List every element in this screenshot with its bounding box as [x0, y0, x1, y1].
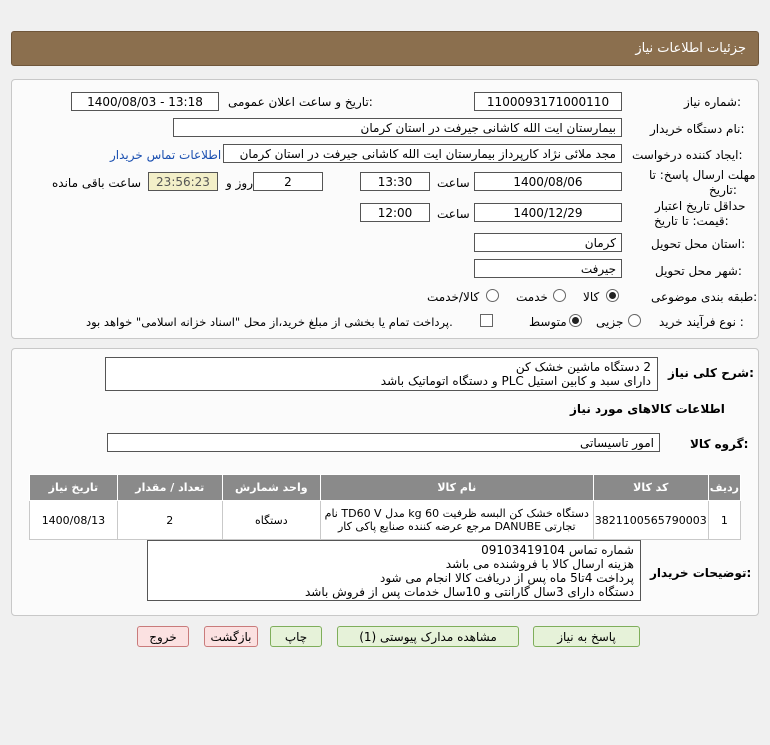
announce-label: تاریخ و ساعت اعلان عمومی:: [228, 95, 373, 109]
treasury-checkbox[interactable]: [480, 314, 493, 327]
col-qty: تعداد / مقدار: [116, 474, 223, 501]
deadline-time-label: ساعت: [437, 176, 470, 190]
deadline-label-1: مهلت ارسال پاسخ: تا: [649, 168, 756, 182]
exit-button[interactable]: خروج: [137, 626, 189, 647]
need-description-box: 2 دستگاه ماشین خشک کن دارای سبد و کابین …: [105, 357, 658, 391]
row-unit: دستگاه: [221, 500, 321, 540]
buyer-notes-box: شماره تماس 09103419104 هزینه ارسال کالا …: [147, 540, 641, 601]
validity-date-field: 1400/12/29: [474, 203, 622, 222]
row-name-line: دستگاه خشک کن البسه ظرفیت 60 kg مدل TD60…: [324, 507, 589, 520]
requester-field: مجد ملائی نژاد کارپرداز بیمارستان ایت ال…: [223, 144, 622, 163]
category-option-goods-service: کالا/خدمت: [427, 290, 480, 304]
row-qty: 2: [116, 500, 223, 540]
page-header: جزئیات اطلاعات نیاز: [11, 31, 759, 66]
attachments-button[interactable]: مشاهده مدارک پیوستی (1): [337, 626, 519, 647]
days-label: روز و: [226, 176, 253, 190]
category-radio-service[interactable]: [553, 289, 566, 302]
row-code: 3821100565790003: [592, 500, 709, 540]
need-number-field: 1100093171000110: [474, 92, 622, 111]
row-date: 1400/08/13: [29, 500, 118, 540]
print-button[interactable]: چاپ: [270, 626, 322, 647]
process-option-medium: متوسط: [529, 315, 567, 329]
remaining-time-field: 23:56:23: [148, 172, 218, 191]
city-field: جیرفت: [474, 259, 622, 278]
need-description-line: دارای سبد و کابین استیل PLC و دستگاه اتو…: [380, 374, 651, 388]
goods-group-field: امور تاسیساتی: [107, 433, 660, 452]
row-index: 1: [707, 500, 742, 540]
process-label: نوع فرآیند خرید :: [659, 315, 744, 329]
category-option-service: خدمت: [516, 290, 548, 304]
validity-time-field: 12:00: [360, 203, 430, 222]
remaining-time-label: ساعت باقی مانده: [52, 176, 142, 190]
goods-info-title: اطلاعات کالاهای مورد نیاز: [570, 402, 725, 416]
row-name: دستگاه خشک کن البسه ظرفیت 60 kg مدل TD60…: [319, 500, 594, 540]
buyer-notes-label: توضیحات خریدار:: [650, 566, 752, 580]
deadline-label-2: تاریخ:: [709, 183, 737, 197]
province-label: استان محل تحویل:: [651, 237, 746, 251]
buyer-org-field: بیمارستان ایت الله کاشانی جیرفت در استان…: [173, 118, 622, 137]
validity-label-1: حداقل تاریخ اعتبار: [655, 199, 746, 213]
col-date: تاریخ نیاز: [29, 474, 118, 501]
buyer-note-line: دستگاه دارای 3سال گارانتی و 10سال خدمات …: [304, 585, 634, 599]
page-title: جزئیات اطلاعات نیاز: [635, 41, 746, 56]
category-radio-goods[interactable]: [606, 289, 619, 302]
col-unit: واحد شمارش: [221, 474, 321, 501]
announce-field: 1400/08/03 - 13:18: [71, 92, 219, 111]
process-option-minor: جزیی: [596, 315, 624, 329]
col-code: کد کالا: [592, 474, 709, 501]
col-index: ردیف: [707, 474, 742, 501]
days-field: 2: [253, 172, 323, 191]
city-label: شهر محل تحویل:: [655, 264, 742, 278]
validity-time-label: ساعت: [437, 207, 470, 221]
buyer-note-line: هزینه ارسال کالا با فروشنده می باشد: [445, 557, 634, 571]
deadline-time-field: 13:30: [360, 172, 430, 191]
goods-table: ردیف کد کالا نام کالا واحد شمارش تعداد /…: [29, 474, 742, 540]
treasury-text: پرداخت تمام یا بخشی از مبلغ خرید،از محل …: [86, 315, 453, 329]
deadline-date-field: 1400/08/06: [474, 172, 622, 191]
buyer-contact-link[interactable]: اطلاعات تماس خریدار: [110, 148, 221, 162]
requester-label: ایجاد کننده درخواست:: [632, 148, 743, 162]
back-button[interactable]: بازگشت: [204, 626, 258, 647]
col-name: نام کالا: [319, 474, 594, 501]
need-description-label: شرح کلی نیاز:: [668, 366, 754, 380]
category-label: طبقه بندی موضوعی:: [651, 290, 758, 304]
buyer-note-line: شماره تماس 09103419104: [481, 543, 634, 557]
buyer-org-label: نام دستگاه خریدار:: [650, 122, 745, 136]
need-description-line: 2 دستگاه ماشین خشک کن: [515, 360, 651, 374]
validity-label-2: قیمت: تا تاریخ:: [654, 214, 729, 228]
process-radio-minor[interactable]: [628, 314, 641, 327]
goods-group-label: گروه کالا:: [690, 437, 749, 451]
row-name-line: تجارتی DANUBE مرجع عرضه کننده صنایع پاکی…: [337, 520, 576, 533]
reply-button[interactable]: پاسخ به نیاز: [533, 626, 640, 647]
buyer-note-line: پرداخت 4تا5 ماه پس از دریافت کالا انجام …: [380, 571, 634, 585]
table-row: 1 3821100565790003 دستگاه خشک کن البسه ظ…: [29, 500, 742, 540]
need-number-label: شماره نیاز:: [684, 95, 742, 109]
category-radio-goods-service[interactable]: [486, 289, 499, 302]
process-radio-medium[interactable]: [569, 314, 582, 327]
province-field: کرمان: [474, 233, 622, 252]
goods-table-header: ردیف کد کالا نام کالا واحد شمارش تعداد /…: [29, 474, 742, 501]
category-option-goods: کالا: [583, 290, 600, 304]
